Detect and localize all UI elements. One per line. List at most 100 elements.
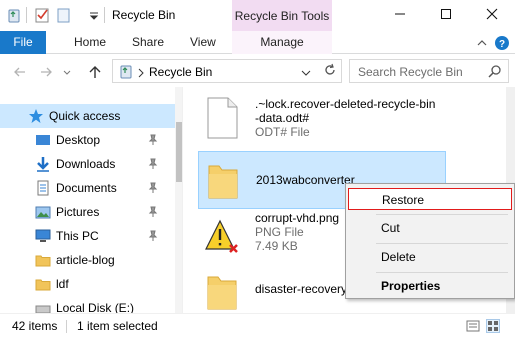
- nav-label: This PC: [56, 229, 99, 243]
- menu-item-cut[interactable]: Cut: [348, 217, 512, 239]
- nav-label: Local Disk (E:): [56, 301, 135, 313]
- help-icon[interactable]: ?: [494, 35, 510, 51]
- warning-file-icon: [204, 215, 240, 257]
- folder-icon: [35, 252, 51, 268]
- file-size: 7.49 KB: [255, 239, 298, 253]
- details-view-icon[interactable]: [466, 319, 480, 333]
- maximize-button[interactable]: [423, 0, 469, 31]
- maximize-icon: [440, 8, 452, 23]
- nav-item-this-pc[interactable]: This PC: [0, 224, 175, 248]
- file-name-continued: -data.odt#: [255, 111, 310, 125]
- tab-manage[interactable]: Manage: [232, 31, 332, 54]
- menu-item-label: Properties: [381, 279, 441, 293]
- folder-icon: [205, 160, 241, 202]
- status-separator: [66, 320, 67, 333]
- customize-quick-access-icon[interactable]: [86, 7, 102, 23]
- menu-item-label: Delete: [381, 250, 416, 264]
- menu-item-properties[interactable]: Properties: [348, 275, 512, 297]
- up-icon[interactable]: [87, 64, 103, 80]
- forward-icon[interactable]: [38, 64, 54, 80]
- context-tab-header: Recycle Bin Tools: [232, 0, 332, 31]
- separator: [26, 7, 27, 23]
- folder-icon: [204, 271, 240, 313]
- chevron-down-icon[interactable]: [301, 67, 311, 81]
- tab-view[interactable]: View: [190, 31, 216, 54]
- expand-ribbon-icon[interactable]: [474, 35, 490, 51]
- window-title: Recycle Bin: [112, 8, 176, 22]
- pin-icon[interactable]: [147, 133, 159, 145]
- minimize-icon: [394, 8, 406, 23]
- download-icon: [35, 156, 51, 172]
- refresh-button[interactable]: [318, 59, 342, 83]
- chevron-right-icon[interactable]: [137, 67, 145, 81]
- context-menu: Restore Cut Delete Properties: [345, 183, 515, 299]
- nav-label: Downloads: [56, 157, 116, 171]
- nav-label: Desktop: [56, 133, 101, 147]
- file-item[interactable]: .~lock.recover-deleted-recycle-bin -data…: [198, 89, 446, 147]
- nav-label: Documents: [56, 181, 117, 195]
- ribbon-tabs: File Home Share View Manage ?: [0, 31, 515, 54]
- nav-item-downloads[interactable]: Downloads: [0, 152, 175, 176]
- recent-locations-icon[interactable]: [62, 64, 72, 80]
- address-bar: Recycle Bin Search Recycle Bin: [0, 55, 515, 87]
- nav-item-desktop[interactable]: Desktop: [0, 128, 175, 152]
- search-icon[interactable]: [488, 64, 502, 81]
- properties-icon[interactable]: [34, 7, 50, 23]
- file-name: 2013wabconverter: [256, 173, 355, 187]
- context-tab-title: Recycle Bin Tools: [234, 9, 330, 23]
- drive-icon: [35, 300, 51, 313]
- nav-scrollbar-thumb[interactable]: [176, 122, 182, 182]
- nav-label: Pictures: [56, 205, 100, 219]
- svg-text:?: ?: [499, 39, 505, 50]
- menu-item-restore[interactable]: Restore: [348, 188, 512, 210]
- menu-item-label: Restore: [382, 193, 425, 207]
- tab-share[interactable]: Share: [132, 31, 164, 54]
- selection-count: 1 item selected: [77, 319, 158, 333]
- star-icon: [28, 108, 44, 124]
- file-name: corrupt-vhd.png: [255, 211, 340, 225]
- title-bar: Recycle Bin Recycle Bin Tools: [0, 0, 515, 31]
- navigation-pane: Quick access Desktop Downloads Documents…: [0, 87, 183, 313]
- pin-icon[interactable]: [147, 157, 159, 169]
- file-type: PNG File: [255, 225, 304, 239]
- nav-item-quick-access[interactable]: Quick access: [0, 104, 175, 128]
- documents-icon: [35, 180, 51, 196]
- large-icons-view-icon[interactable]: [486, 319, 500, 333]
- pin-icon[interactable]: [147, 181, 159, 193]
- file-type: ODT# File: [255, 125, 310, 139]
- nav-label: article-blog: [56, 253, 115, 267]
- nav-item-local-disk-e[interactable]: Local Disk (E:): [0, 296, 175, 313]
- search-input[interactable]: Search Recycle Bin: [358, 65, 463, 79]
- menu-separator: [376, 272, 508, 273]
- new-folder-icon[interactable]: [56, 7, 72, 23]
- pictures-icon: [35, 204, 51, 220]
- pin-icon[interactable]: [147, 205, 159, 217]
- tab-home[interactable]: Home: [74, 31, 106, 54]
- search-field[interactable]: Search Recycle Bin: [349, 59, 509, 83]
- folder-icon: [35, 276, 51, 292]
- close-icon: [486, 8, 498, 23]
- back-icon[interactable]: [12, 64, 28, 80]
- nav-item-ldf[interactable]: ldf: [0, 272, 175, 296]
- recycle-bin-icon: [118, 63, 134, 82]
- menu-separator: [376, 243, 508, 244]
- minimize-button[interactable]: [377, 0, 423, 31]
- status-bar: 42 items 1 item selected: [0, 313, 515, 338]
- nav-item-documents[interactable]: Documents: [0, 176, 175, 200]
- item-count: 42 items: [12, 319, 58, 333]
- menu-separator: [376, 214, 508, 215]
- file-name: disaster-recovery-: [255, 282, 352, 296]
- menu-item-delete[interactable]: Delete: [348, 246, 512, 268]
- desktop-icon: [35, 132, 51, 148]
- separator: [104, 7, 105, 23]
- nav-item-pictures[interactable]: Pictures: [0, 200, 175, 224]
- pin-icon[interactable]: [147, 229, 159, 241]
- computer-icon: [35, 228, 51, 244]
- close-button[interactable]: [469, 0, 515, 31]
- nav-item-article-blog[interactable]: article-blog: [0, 248, 175, 272]
- nav-scrollbar[interactable]: [175, 87, 182, 313]
- address-field[interactable]: Recycle Bin: [112, 59, 342, 83]
- tab-file[interactable]: File: [0, 31, 46, 54]
- address-path: Recycle Bin: [149, 65, 213, 79]
- refresh-icon: [323, 63, 337, 80]
